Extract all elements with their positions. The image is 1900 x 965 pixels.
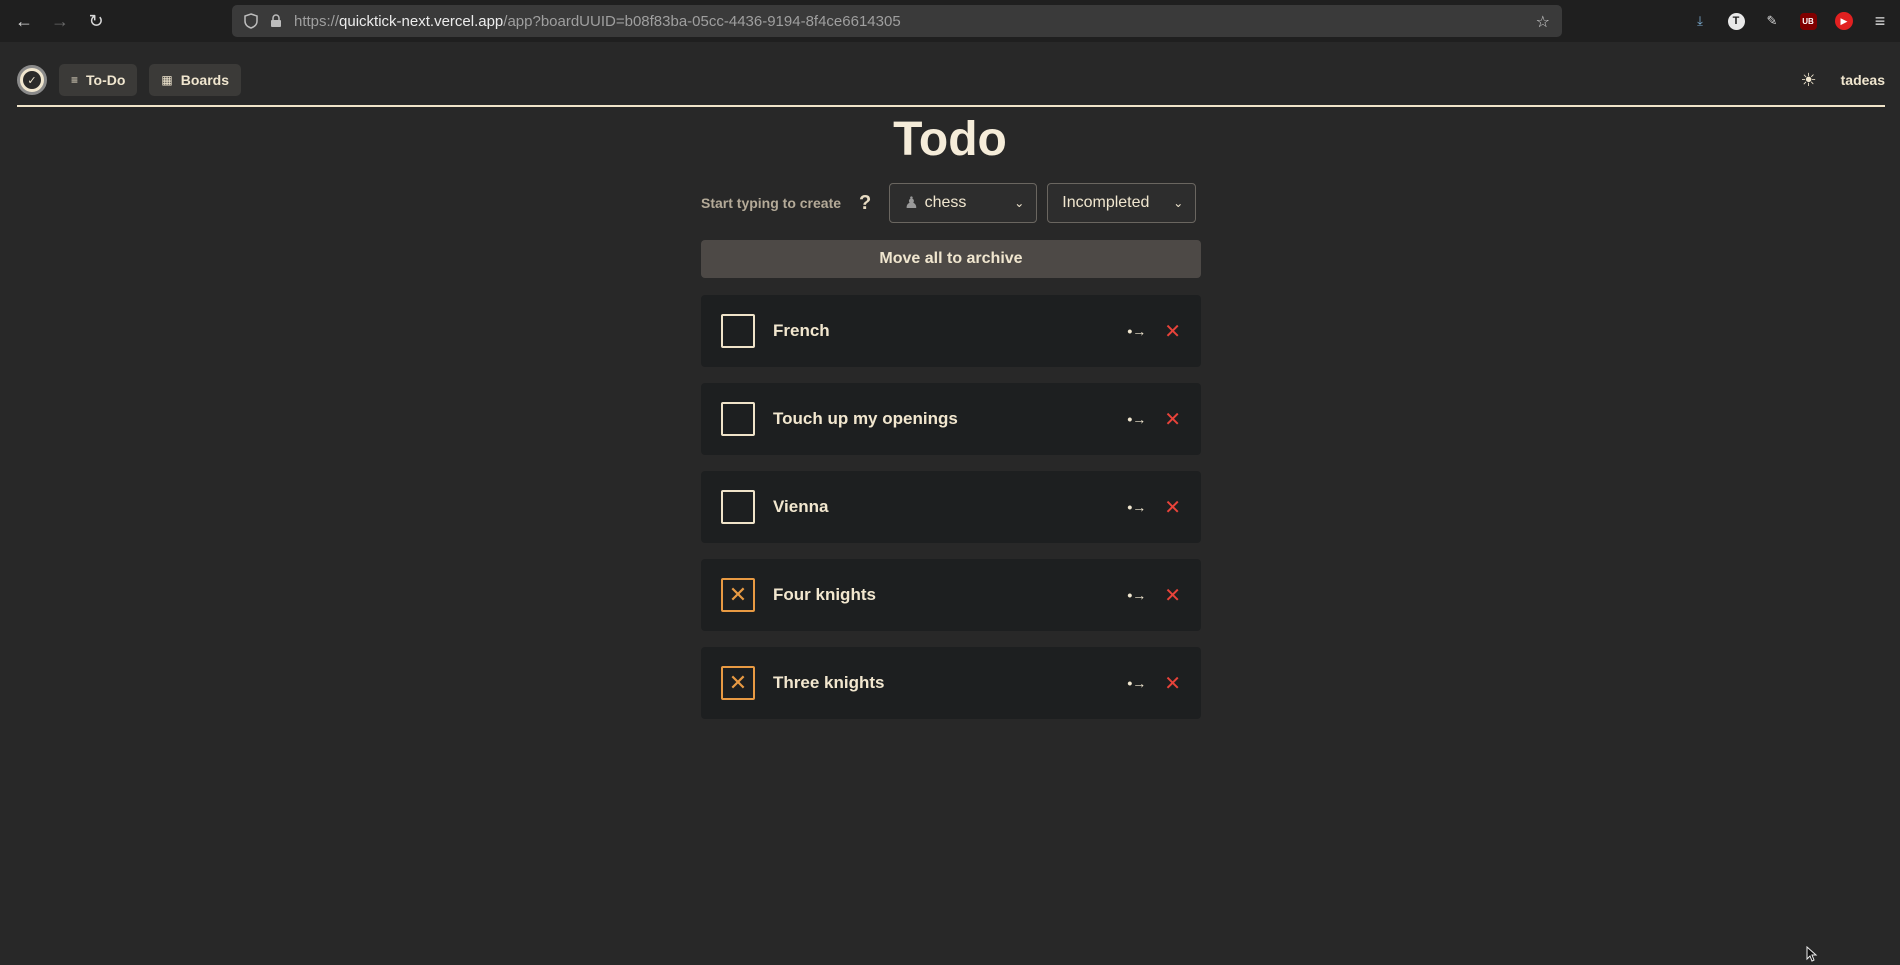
todo-nav-button[interactable]: ≡ To-Do — [59, 64, 138, 96]
reload-icon[interactable]: ↻ — [84, 9, 108, 33]
chevron-down-icon: ⌄ — [1173, 196, 1184, 210]
move-icon[interactable]: •→ — [1127, 323, 1146, 339]
todo-list: French •→ ✕ Touch up my openings •→ ✕ Vi… — [701, 295, 1201, 735]
ublock-icon[interactable]: UB — [1796, 9, 1820, 33]
create-hint: Start typing to create — [701, 195, 842, 211]
move-icon[interactable]: •→ — [1127, 499, 1146, 515]
checkbox-checked[interactable]: ✕ — [721, 578, 755, 612]
address-bar[interactable]: https://quicktick-next.vercel.app/app?bo… — [232, 5, 1562, 37]
todo-item: French •→ ✕ — [701, 295, 1201, 367]
translate-extension-icon[interactable]: T — [1724, 9, 1748, 33]
todo-item-label[interactable]: Vienna — [773, 497, 828, 517]
checkbox[interactable] — [721, 314, 755, 348]
extensions-icon[interactable]: ✎ — [1760, 9, 1784, 33]
todo-item: Touch up my openings •→ ✕ — [701, 383, 1201, 455]
controls-row: Start typing to create ? ♟ chess ⌄ Incom… — [701, 183, 1201, 223]
boards-nav-button[interactable]: ▦ Boards — [149, 64, 241, 96]
help-icon[interactable]: ? — [859, 192, 871, 215]
move-icon[interactable]: •→ — [1127, 411, 1146, 427]
page-title: Todo — [893, 113, 1007, 166]
close-icon[interactable]: ✕ — [1164, 671, 1181, 696]
app-header: ✓ ≡ To-Do ▦ Boards ☀ tadeas — [17, 55, 1885, 107]
logo-icon[interactable]: ✓ — [17, 65, 47, 95]
lock-icon[interactable] — [270, 14, 282, 28]
todo-item: ✕ Four knights •→ ✕ — [701, 559, 1201, 631]
board-select-value: chess — [924, 194, 967, 211]
download-icon[interactable]: ⤓ — [1688, 9, 1712, 33]
browser-toolbar: ← → ↻ https://quicktick-next.vercel.app/… — [0, 0, 1900, 42]
user-name[interactable]: tadeas — [1841, 72, 1885, 88]
close-icon[interactable]: ✕ — [1164, 495, 1181, 520]
todo-item-label[interactable]: Touch up my openings — [773, 409, 958, 429]
url-text[interactable]: https://quicktick-next.vercel.app/app?bo… — [294, 13, 901, 30]
boards-nav-label: Boards — [180, 72, 229, 88]
grid-icon: ▦ — [161, 73, 173, 87]
theme-toggle-icon[interactable]: ☀ — [1801, 70, 1817, 91]
close-icon[interactable]: ✕ — [1164, 583, 1181, 608]
close-icon[interactable]: ✕ — [1164, 319, 1181, 344]
youtube-icon[interactable]: ▶ — [1832, 9, 1856, 33]
filter-select-value: Incompleted — [1062, 194, 1150, 211]
todo-nav-label: To-Do — [86, 72, 126, 88]
move-icon[interactable]: •→ — [1127, 675, 1146, 691]
back-icon[interactable]: ← — [12, 9, 36, 33]
checkbox[interactable] — [721, 402, 755, 436]
shield-icon[interactable] — [244, 13, 258, 29]
todo-item: Vienna •→ ✕ — [701, 471, 1201, 543]
mouse-cursor-icon — [1806, 946, 1818, 962]
move-icon[interactable]: •→ — [1127, 587, 1146, 603]
checkbox[interactable] — [721, 490, 755, 524]
list-icon: ≡ — [71, 73, 79, 87]
chevron-down-icon: ⌄ — [1014, 196, 1025, 210]
todo-item: ✕ Three knights •→ ✕ — [701, 647, 1201, 719]
star-icon[interactable]: ☆ — [1536, 12, 1550, 32]
menu-icon[interactable]: ≡ — [1868, 9, 1892, 33]
forward-icon[interactable]: → — [48, 9, 72, 33]
filter-select[interactable]: Incompleted ⌄ — [1047, 183, 1197, 223]
close-icon[interactable]: ✕ — [1164, 407, 1181, 432]
todo-item-label[interactable]: Four knights — [773, 585, 876, 605]
move-all-to-archive-button[interactable]: Move all to archive — [701, 240, 1201, 278]
checkbox-checked[interactable]: ✕ — [721, 666, 755, 700]
pawn-icon: ♟ — [904, 195, 919, 212]
board-select[interactable]: ♟ chess ⌄ — [889, 183, 1038, 223]
todo-item-label[interactable]: Three knights — [773, 673, 884, 693]
todo-item-label[interactable]: French — [773, 321, 830, 341]
